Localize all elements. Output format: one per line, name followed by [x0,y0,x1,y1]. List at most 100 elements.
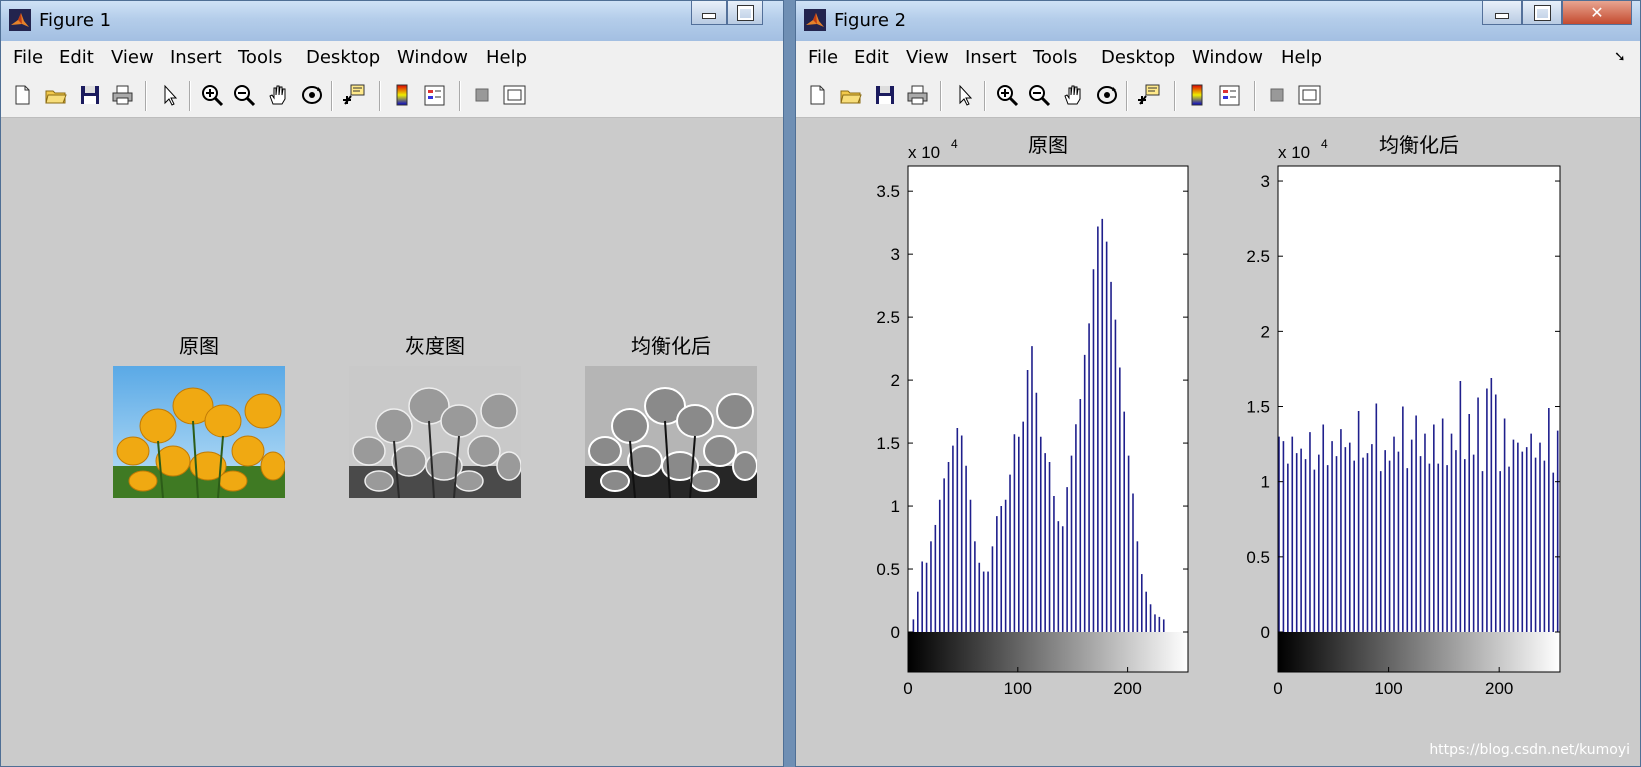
show-plot-tools-icon[interactable] [501,82,527,108]
menu-desktop[interactable]: Desktop [306,47,380,68]
figure2-toolbar [796,75,1640,118]
y-tick-label: 2 [1261,322,1270,341]
y-tick-label: 0.5 [1246,548,1270,567]
toolbar-separator [1174,81,1176,111]
menu-insert[interactable]: Insert [170,47,222,68]
y-tick-label: 2 [891,371,900,390]
zoom-in-icon[interactable] [199,82,225,108]
maximize-button[interactable] [1522,1,1562,25]
y-tick-label: 3.5 [876,182,900,201]
gray-colorbar [1278,632,1560,672]
zoom-out-icon[interactable] [231,82,257,108]
chart-title: 原图 [1028,133,1068,157]
gray-colorbar [908,632,1188,672]
menu-view[interactable]: View [906,47,949,68]
y-tick-label: 3 [891,245,900,264]
new-file-icon[interactable] [9,82,35,108]
dock-arrow-icon[interactable]: ➘ [1614,49,1626,65]
exponent-superscript: 4 [1321,137,1328,151]
menu-help[interactable]: Help [486,47,527,68]
menu-tools[interactable]: Tools [1033,47,1077,68]
maximize-icon [737,5,753,20]
pan-hand-icon[interactable] [265,82,291,108]
menu-file[interactable]: File [13,47,43,68]
y-tick-label: 0.5 [876,560,900,579]
x-tick-label: 100 [1374,679,1402,698]
menu-edit[interactable]: Edit [59,47,94,68]
y-tick-label: 2.5 [1246,247,1270,266]
exponent-superscript: 4 [951,137,958,151]
pointer-arrow-icon[interactable] [157,82,183,108]
rotate-3d-icon[interactable] [299,82,325,108]
menu-desktop[interactable]: Desktop [1101,47,1175,68]
window-title: Figure 1 [39,10,112,31]
data-cursor-icon[interactable] [341,82,367,108]
x-tick-label: 0 [903,679,912,698]
menu-edit[interactable]: Edit [854,47,889,68]
chart-title: 均衡化后 [1379,133,1459,157]
save-icon[interactable] [872,82,898,108]
maximize-button[interactable] [727,1,763,25]
watermark: https://blog.csdn.net/kumoyi [1429,742,1630,758]
subplot-title: 均衡化后 [631,334,711,358]
figure1-toolbar [1,75,783,118]
menu-help[interactable]: Help [1281,47,1322,68]
menu-insert[interactable]: Insert [965,47,1017,68]
legend-icon[interactable] [1216,82,1242,108]
y-tick-label: 3 [1261,172,1270,191]
y-tick-label: 2.5 [876,308,900,327]
toolbar-separator [1254,81,1256,111]
figure2-window: Figure 2 ✕ File Edit View Insert Tools D… [795,0,1641,767]
y-tick-label: 0 [1261,623,1270,642]
toolbar-separator [145,81,147,111]
show-plot-tools-icon[interactable] [1296,82,1322,108]
pointer-arrow-icon[interactable] [952,82,978,108]
rotate-3d-icon[interactable] [1094,82,1120,108]
plot-axes [908,166,1188,632]
minimize-button[interactable] [1482,1,1522,25]
colorbar-icon[interactable] [1184,82,1210,108]
hide-plot-tools-icon[interactable] [1264,82,1290,108]
minimize-icon [702,12,716,19]
hide-plot-tools-icon[interactable] [469,82,495,108]
toolbar-separator [331,81,333,111]
x-tick-label: 100 [1004,679,1032,698]
exponent-label: x 10 [908,143,940,162]
subplot-title: 原图 [179,334,219,358]
matlab-logo-icon [804,9,826,31]
figure2-titlebar[interactable]: Figure 2 ✕ [796,1,1640,41]
figure1-titlebar[interactable]: Figure 1 [1,1,783,41]
save-icon[interactable] [77,82,103,108]
y-tick-label: 1.5 [876,434,900,453]
menu-tools[interactable]: Tools [238,47,282,68]
print-icon[interactable] [109,82,135,108]
minimize-button[interactable] [691,1,727,25]
menu-view[interactable]: View [111,47,154,68]
close-button[interactable]: ✕ [1562,1,1632,25]
data-cursor-icon[interactable] [1136,82,1162,108]
menu-window[interactable]: Window [397,47,468,68]
y-tick-label: 1.5 [1246,398,1270,417]
y-tick-label: 1 [1261,473,1270,492]
y-tick-label: 1 [891,497,900,516]
open-folder-icon[interactable] [43,82,69,108]
menu-file[interactable]: File [808,47,838,68]
toolbar-separator [984,81,986,111]
print-icon[interactable] [904,82,930,108]
pan-hand-icon[interactable] [1060,82,1086,108]
x-tick-label: 200 [1485,679,1513,698]
legend-icon[interactable] [421,82,447,108]
zoom-out-icon[interactable] [1026,82,1052,108]
figure1-menubar: File Edit View Insert Tools Desktop Wind… [1,41,783,75]
equalized-tulip-image [585,366,757,498]
toolbar-separator [1126,81,1128,111]
open-folder-icon[interactable] [838,82,864,108]
close-icon: ✕ [1590,3,1604,22]
figure2-menubar: File Edit View Insert Tools Desktop Wind… [796,41,1640,75]
zoom-in-icon[interactable] [994,82,1020,108]
new-file-icon[interactable] [804,82,830,108]
window-title: Figure 2 [834,10,907,31]
menu-window[interactable]: Window [1192,47,1263,68]
grayscale-tulip-image [349,366,521,498]
colorbar-icon[interactable] [389,82,415,108]
